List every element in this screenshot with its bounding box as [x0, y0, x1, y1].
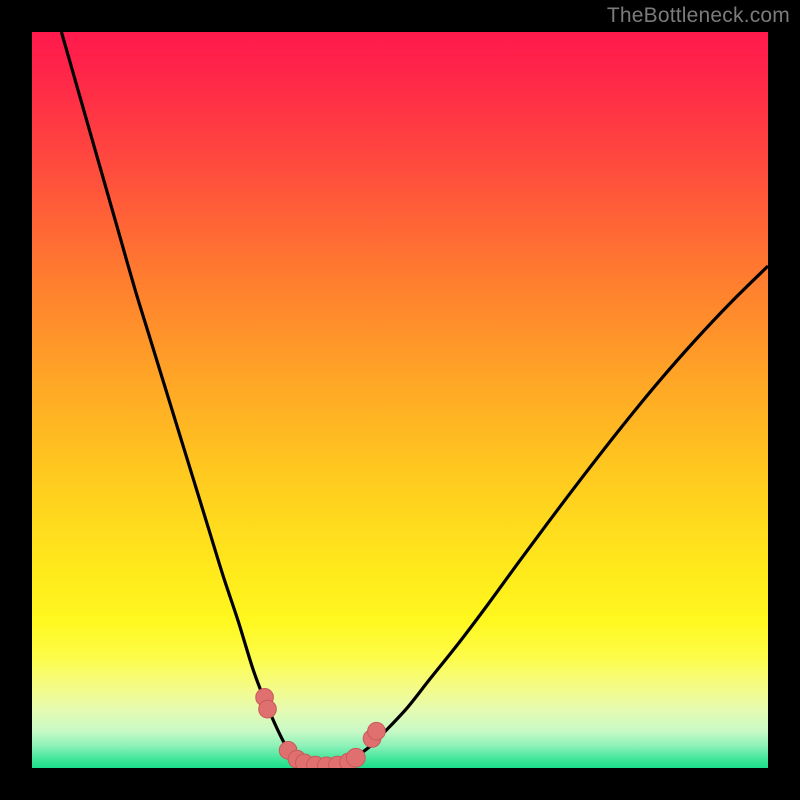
bottleneck-curve — [61, 32, 768, 767]
data-point-marker — [346, 748, 365, 767]
chart-frame: TheBottleneck.com — [0, 0, 800, 800]
curves-group — [61, 32, 768, 767]
data-point-marker — [259, 700, 277, 718]
data-point-marker — [368, 722, 386, 740]
chart-svg — [32, 32, 768, 768]
watermark-text: TheBottleneck.com — [607, 4, 790, 28]
plot-area — [32, 32, 768, 768]
